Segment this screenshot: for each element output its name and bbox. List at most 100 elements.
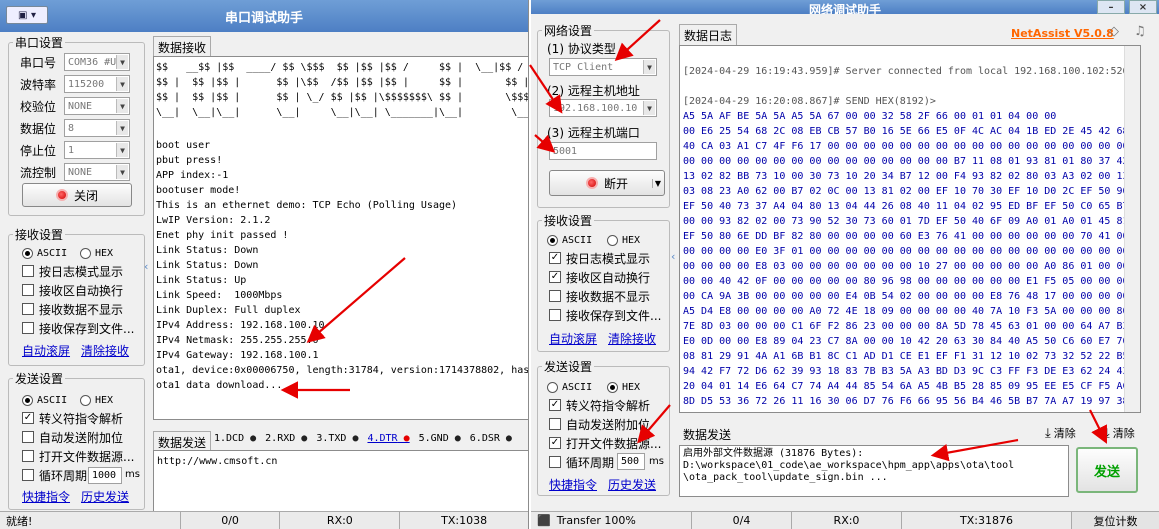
hex-line: 94 42 F7 72 D6 62 39 93 18 83 7B B3 5A A… bbox=[683, 366, 1141, 377]
checkbox-icon: ✓ bbox=[549, 399, 561, 411]
option-checkbox[interactable]: ✓ 转义符指令解析 bbox=[22, 408, 123, 428]
checkbox-icon bbox=[22, 450, 34, 462]
pin-indicator[interactable]: 4.DTR ● bbox=[367, 433, 409, 444]
ascii-art-line: \__| \__|\__| \__| \__|\__| \_______|\__… bbox=[156, 107, 529, 118]
pin-indicator[interactable]: 5.GND ● bbox=[419, 433, 461, 444]
log-line: ota1, device:0x00006750, length:31784, v… bbox=[156, 365, 529, 376]
cycle-period-input[interactable]: 500 bbox=[617, 453, 645, 470]
clear-send-button[interactable]: ⤓ 清除 bbox=[1045, 425, 1076, 441]
shortcut-link[interactable]: 快捷指令 bbox=[549, 476, 597, 493]
serial-select[interactable]: COM36 #US ▼ bbox=[64, 53, 130, 71]
cycle-period-input[interactable]: 1000 bbox=[88, 467, 122, 484]
option-checkbox[interactable]: 接收保存到文件... bbox=[549, 305, 661, 325]
hex-radio[interactable]: HEX bbox=[607, 230, 640, 250]
pin-indicator[interactable]: 3.TXD ● bbox=[316, 433, 358, 444]
hex-line: 00 CA 9A 3B 00 00 00 00 00 E4 0B 54 02 0… bbox=[683, 291, 1141, 302]
history-link[interactable]: 历史发送 bbox=[608, 476, 656, 493]
radio-icon bbox=[22, 247, 33, 259]
receive-area[interactable]: $$ __$$ |$$ ____/ $$ \$$$ $$ |$$ |$$ / $… bbox=[153, 56, 529, 420]
clear-receive-link[interactable]: 清除接收 bbox=[608, 330, 656, 347]
status-bar: ⬛ Transfer 100% 0/4 RX:0 TX:31876 复位计数 bbox=[531, 511, 1159, 529]
send-file-info: 启用外部文件数据源 (31876 Bytes): D:\workspace\01… bbox=[683, 448, 1015, 483]
send-hex-radio[interactable]: HEX bbox=[80, 390, 113, 410]
serial-select[interactable]: NONE ▼ bbox=[64, 97, 130, 115]
option-checkbox[interactable]: ✓ 按日志模式显示 bbox=[549, 248, 650, 268]
minimize-button[interactable]: – bbox=[1097, 0, 1125, 14]
option-checkbox[interactable]: 自动发送附加位 bbox=[549, 414, 650, 434]
scrollbar[interactable] bbox=[1124, 46, 1140, 412]
auto-scroll-link[interactable]: 自动滚屏 bbox=[549, 330, 597, 347]
option-checkbox[interactable]: 按日志模式显示 bbox=[22, 261, 123, 281]
collapse-arrow-icon[interactable]: ‹ bbox=[144, 260, 152, 282]
option-checkbox[interactable]: ✓ 接收区自动换行 bbox=[549, 267, 650, 287]
close-button[interactable]: × bbox=[1129, 0, 1157, 14]
send-ascii-radio[interactable]: ASCII bbox=[547, 377, 592, 397]
option-checkbox[interactable]: 循环周期 bbox=[549, 452, 614, 472]
send-input-area[interactable]: http://www.cmsoft.cn bbox=[153, 450, 528, 512]
serial-select[interactable]: 115200 ▼ bbox=[64, 75, 130, 93]
log-line: Link Status: Down bbox=[156, 245, 259, 256]
ascii-radio[interactable]: ASCII bbox=[22, 243, 67, 263]
checkbox-icon bbox=[22, 322, 34, 334]
hex-radio[interactable]: HEX bbox=[80, 243, 113, 263]
serial-select[interactable]: NONE ▼ bbox=[64, 163, 130, 181]
brand-link[interactable]: NetAssist V5.0.8 bbox=[1011, 27, 1114, 40]
port-input[interactable]: 5001 bbox=[549, 142, 657, 160]
option-checkbox[interactable]: 接收区自动换行 bbox=[22, 280, 123, 300]
log-line: pbut press! bbox=[156, 155, 223, 166]
collapse-arrow-icon[interactable]: ‹ bbox=[671, 250, 679, 272]
auto-scroll-link[interactable]: 自动滚屏 bbox=[22, 342, 70, 359]
tab-receive[interactable]: 数据接收 bbox=[153, 36, 212, 58]
status-tx: TX:31876 bbox=[901, 512, 1071, 529]
option-checkbox[interactable]: 循环周期 bbox=[22, 465, 87, 485]
option-checkbox[interactable]: 接收保存到文件... bbox=[22, 318, 134, 338]
chevron-down-icon: ▼ bbox=[116, 77, 128, 91]
send-ascii-radio[interactable]: ASCII bbox=[22, 390, 67, 410]
checkbox-icon bbox=[549, 456, 561, 468]
option-checkbox[interactable]: ✓ 转义符指令解析 bbox=[549, 395, 650, 415]
tab-data-log[interactable]: 数据日志 bbox=[679, 24, 738, 46]
pin-indicator[interactable]: 2.RXD ● bbox=[265, 433, 307, 444]
pin-indicator[interactable]: 1.DCD ● bbox=[214, 433, 256, 444]
serial-select[interactable]: 8 ▼ bbox=[64, 119, 130, 137]
protocol-select[interactable]: TCP Client ▼ bbox=[549, 58, 657, 76]
ascii-art-line: $$ __$$ |$$ ____/ $$ \$$$ $$ |$$ |$$ / $… bbox=[156, 62, 529, 73]
chevron-down-icon: ▼ bbox=[116, 165, 128, 179]
chevron-down-icon[interactable]: ▼ bbox=[651, 178, 661, 188]
shortcut-link[interactable]: 快捷指令 bbox=[22, 488, 70, 505]
option-checkbox[interactable]: 接收数据不显示 bbox=[549, 286, 650, 306]
protocol-label: (1) 协议类型 bbox=[547, 41, 616, 56]
checkbox-icon bbox=[549, 418, 561, 430]
serial-select[interactable]: 1 ▼ bbox=[64, 141, 130, 159]
option-checkbox[interactable]: ✓ 打开文件数据源... bbox=[549, 433, 661, 453]
send-hex-radio[interactable]: HEX bbox=[607, 377, 640, 397]
clear-log-button[interactable]: ⤓ 清除 bbox=[1104, 425, 1135, 441]
host-select[interactable]: 192.168.100.10 ▼ bbox=[549, 99, 657, 117]
ascii-art-line: $$ | $$ |$$ | $$ | \_/ $$ |$$ |\$$$$$$$\… bbox=[156, 92, 529, 103]
tab-send[interactable]: 数据发送 bbox=[679, 424, 736, 445]
option-checkbox[interactable]: 接收数据不显示 bbox=[22, 299, 123, 319]
hex-line: E0 0D 00 00 E8 89 04 23 C7 8A 00 00 10 4… bbox=[683, 336, 1129, 347]
pin-dot-icon: ● bbox=[448, 433, 461, 444]
option-checkbox[interactable]: 自动发送附加位 bbox=[22, 427, 123, 447]
system-menu-button[interactable]: ▣ ▾ bbox=[6, 6, 48, 24]
pin-indicator[interactable]: 6.DSR ● bbox=[470, 433, 512, 444]
radio-icon bbox=[607, 381, 618, 393]
send-button[interactable]: 发送 bbox=[1076, 447, 1138, 493]
checkbox-icon: ✓ bbox=[549, 437, 561, 449]
option-checkbox[interactable]: 打开文件数据源... bbox=[22, 446, 134, 466]
ascii-radio[interactable]: ASCII bbox=[547, 230, 592, 250]
send-input-area[interactable]: 启用外部文件数据源 (31876 Bytes): D:\workspace\01… bbox=[679, 445, 1069, 497]
status-count: 0/4 bbox=[691, 512, 791, 529]
diamond-icon[interactable]: ◇ bbox=[1109, 24, 1119, 39]
history-link[interactable]: 历史发送 bbox=[81, 488, 129, 505]
serial-label: 校验位 bbox=[20, 99, 57, 114]
bell-icon[interactable]: ♫ bbox=[1134, 24, 1146, 39]
hex-line: 13 02 82 BB 73 10 00 30 73 10 20 34 B7 1… bbox=[683, 171, 1141, 182]
clear-receive-link[interactable]: 清除接收 bbox=[81, 342, 129, 359]
close-port-button[interactable]: 关闭 bbox=[22, 183, 132, 207]
reset-count-button[interactable]: 复位计数 bbox=[1071, 512, 1159, 529]
receive-log-area[interactable]: [2024-04-29 16:19:43.959]# Server connec… bbox=[679, 45, 1141, 413]
log-line: bootuser mode! bbox=[156, 185, 241, 196]
disconnect-button[interactable]: 断开 ▼ bbox=[549, 170, 665, 196]
